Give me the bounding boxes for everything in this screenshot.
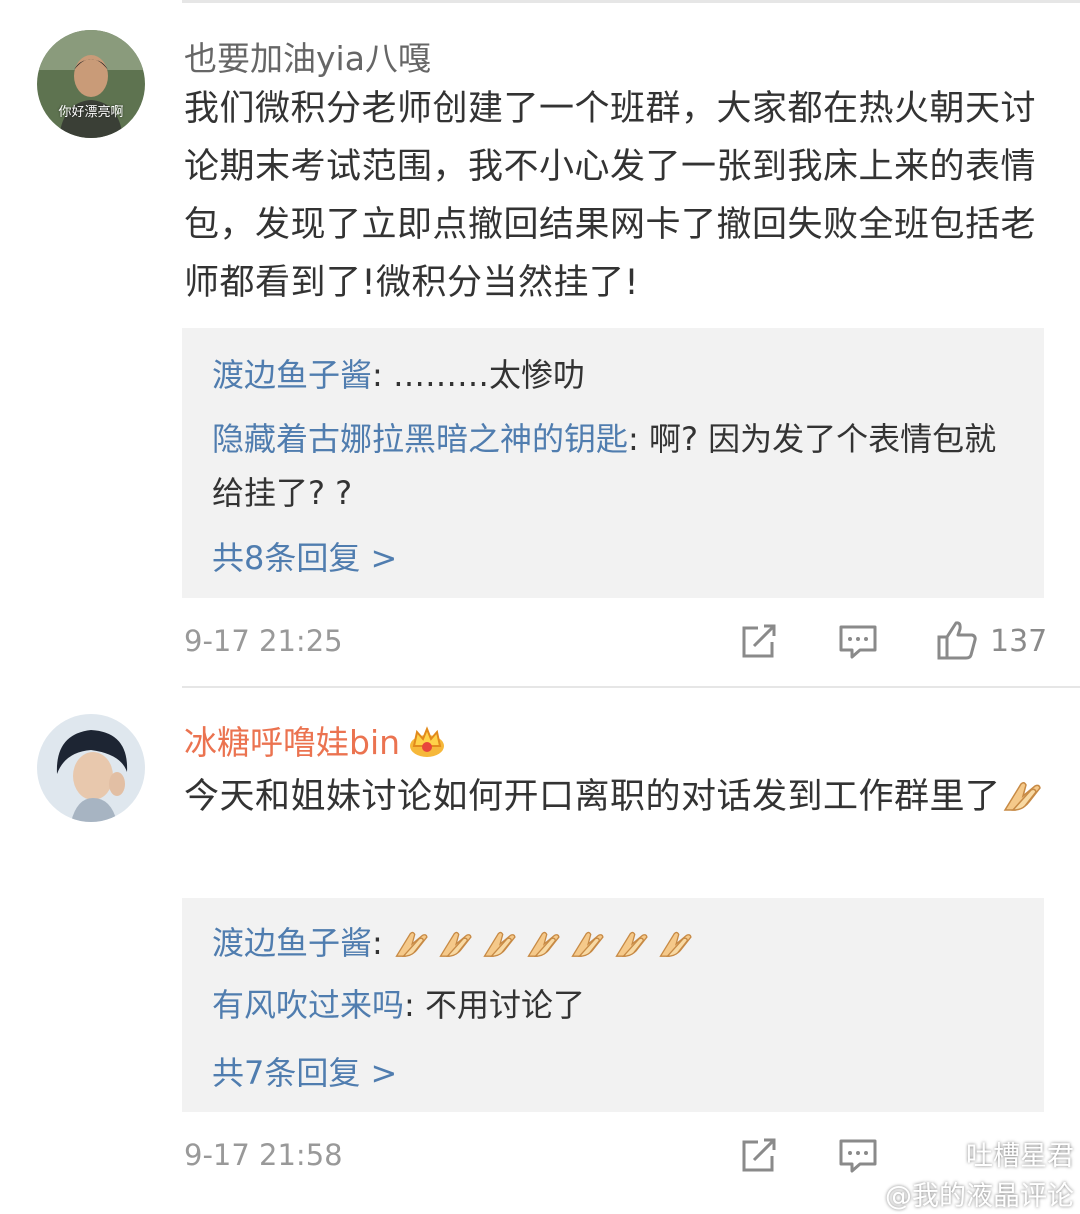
clap-emoji-icon (481, 922, 521, 976)
reply-item: 隐藏着古娜拉黑暗之神的钥匙: 啊? 因为发了个表情包就给挂了? ? (212, 412, 1002, 520)
like-icon (937, 621, 977, 660)
reply-box[interactable]: 渡边鱼子酱: ………太惨叻 隐藏着古娜拉黑暗之神的钥匙: 啊? 因为发了个表情包… (182, 328, 1044, 598)
reply-item: 有风吹过来吗: 不用讨论了 (212, 978, 1012, 1032)
comment-text: 我们微积分老师创建了一个班群，大家都在热火朝天讨论期末考试范围，我不小心发了一张… (184, 89, 1037, 303)
username[interactable]: 也要加油yia八嘎 (184, 32, 431, 80)
avatar-image (37, 714, 145, 822)
clap-emoji-icon (437, 922, 477, 976)
more-replies-link[interactable]: 共8条回复 > (212, 533, 397, 579)
like-count: 137 (990, 624, 1048, 659)
comment-item: 你好漂亮啊 也要加油yia八嘎 我们微积分老师创建了一个班群，大家都在热火朝天讨… (0, 0, 1080, 690)
like-button[interactable] (936, 620, 978, 664)
clap-emoji-icon (613, 922, 653, 976)
reply-username[interactable]: 隐藏着古娜拉黑暗之神的钥匙 (212, 420, 628, 458)
avatar[interactable] (37, 714, 145, 822)
avatar-image (37, 30, 145, 138)
timestamp: 9-17 21:25 (184, 624, 343, 658)
clap-emoji-icon (393, 922, 433, 976)
watermark-line1: 吐槽星君 (885, 1140, 1074, 1180)
share-button[interactable] (740, 1138, 778, 1178)
share-icon (742, 624, 776, 658)
comment-button[interactable] (838, 1138, 878, 1178)
username[interactable]: 冰糖呼噜娃bin (184, 716, 446, 766)
comment-item: 冰糖呼噜娃bin 今天和姐妹讨论如何开口离职的对话发到工作群里了 渡边鱼子酱: … (0, 690, 1080, 1203)
reply-username[interactable]: 渡边鱼子酱 (212, 356, 372, 394)
clap-emoji-row (393, 924, 701, 962)
comment-text-content: 今天和姐妹讨论如何开口离职的对话发到工作群里了 (184, 777, 1001, 817)
more-replies-link[interactable]: 共7条回复 > (212, 1048, 397, 1094)
share-button[interactable] (740, 624, 778, 664)
reply-box[interactable]: 渡边鱼子酱: 有风吹过来吗: 不用讨论了 共7条回复 > (182, 898, 1044, 1112)
watermark-text: 吐槽星君 (966, 1141, 1074, 1172)
comment-icon (839, 1139, 877, 1173)
username-text: 冰糖呼噜娃bin (184, 723, 401, 762)
clap-emoji-icon (1001, 774, 1047, 832)
weibo-logo-icon (926, 1143, 960, 1180)
clap-emoji-icon (657, 922, 697, 976)
reply-item: 渡边鱼子酱: (212, 916, 1012, 976)
avatar-caption: 你好漂亮啊 (58, 105, 124, 120)
clap-emoji-icon (569, 922, 609, 976)
reply-username[interactable]: 渡边鱼子酱 (212, 924, 372, 962)
comment-button[interactable] (838, 624, 878, 664)
reply-text: : ………太惨叻 (372, 356, 585, 394)
comment-text: 今天和姐妹讨论如何开口离职的对话发到工作群里了 (184, 768, 1054, 832)
clap-emoji-icon (525, 922, 565, 976)
reply-item: 渡边鱼子酱: ………太惨叻 (212, 348, 1012, 402)
watermark-line2: @我的液晶评论 (885, 1181, 1074, 1212)
reply-text: : (372, 924, 393, 962)
share-icon (742, 1138, 776, 1172)
crown-badge-icon (408, 726, 446, 766)
comment-icon (839, 625, 877, 659)
reply-text: : 不用讨论了 (404, 986, 585, 1024)
timestamp: 9-17 21:58 (184, 1138, 343, 1172)
comment-divider (182, 686, 1080, 688)
avatar[interactable]: 你好漂亮啊 (37, 30, 145, 138)
reply-username[interactable]: 有风吹过来吗 (212, 986, 404, 1024)
